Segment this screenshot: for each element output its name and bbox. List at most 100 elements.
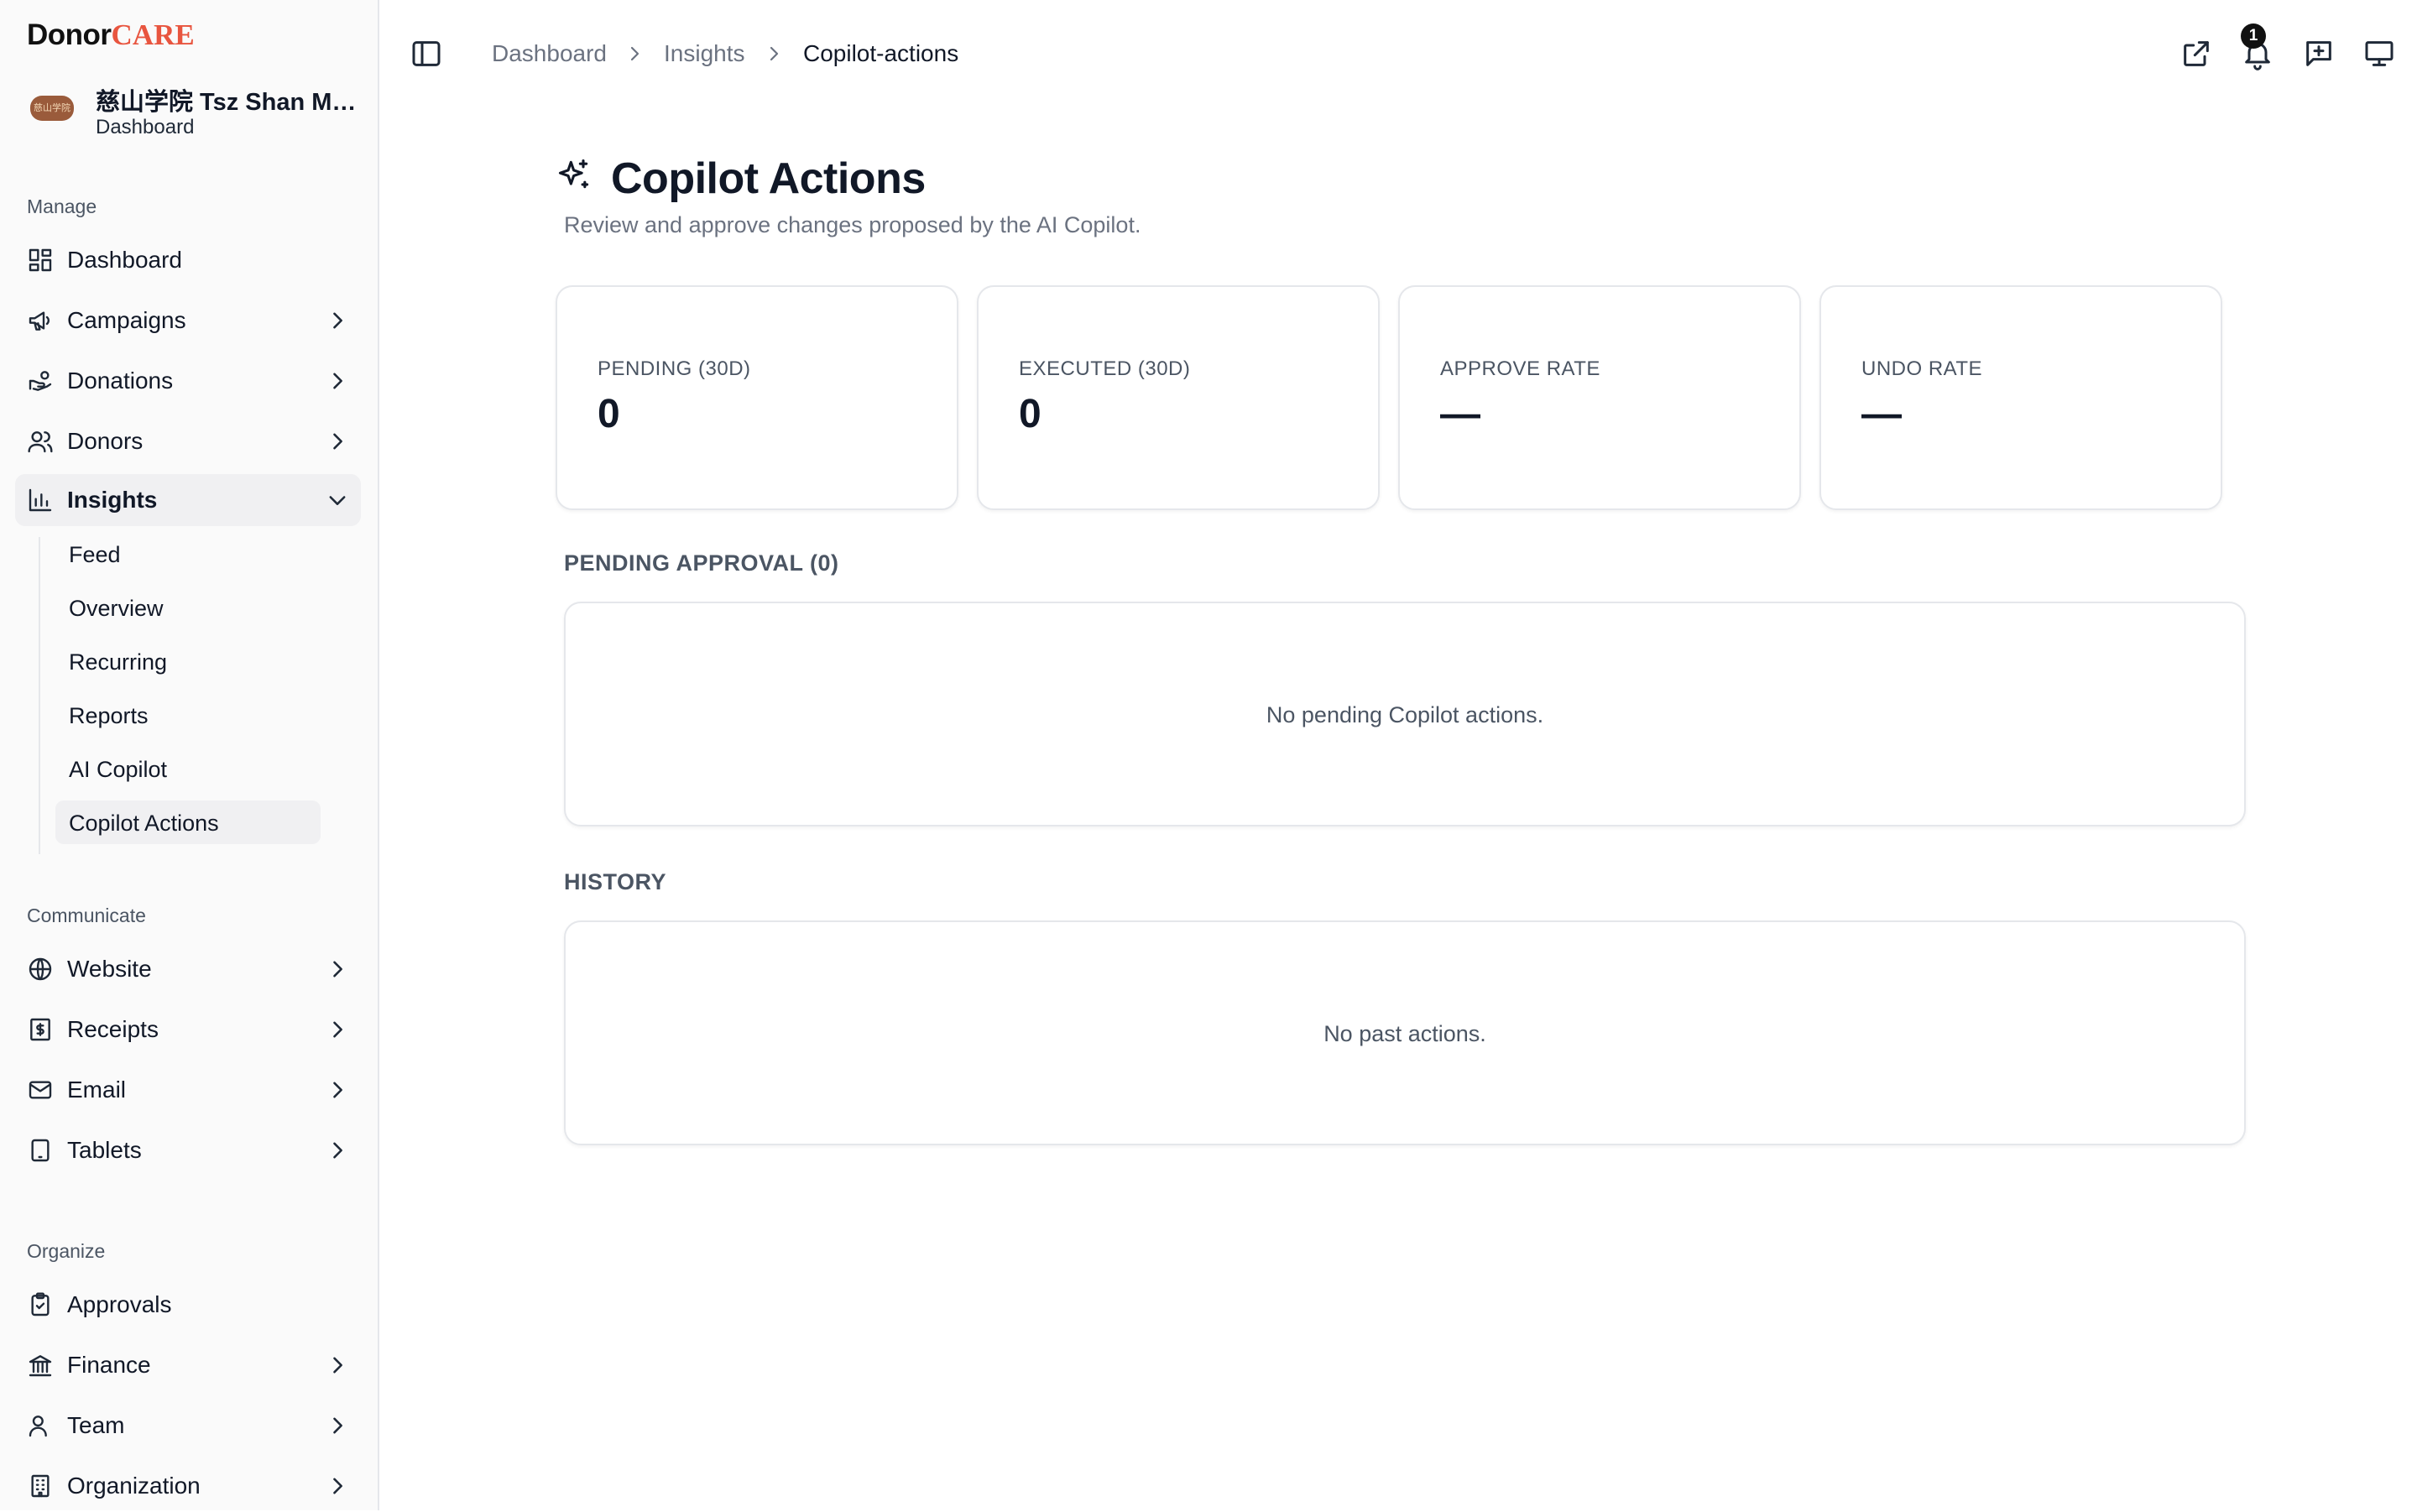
sidebar-item-label: Dashboard xyxy=(67,247,182,273)
hand-coins-icon xyxy=(29,371,52,391)
chevron-right-icon xyxy=(770,46,779,61)
chevron-right-icon xyxy=(333,373,342,389)
sidebar-subitem-copilot-actions[interactable]: Copilot Actions xyxy=(55,800,321,844)
sidebar-item-label: Finance xyxy=(67,1352,151,1378)
sidebar-subitem-label: Overview xyxy=(69,596,164,621)
pending-empty-message: No pending Copilot actions. xyxy=(1266,702,1544,727)
brand-logo[interactable]: DonorCARE xyxy=(27,18,195,52)
sidebar-subitem-label: Recurring xyxy=(69,649,168,675)
page-title: Copilot Actions xyxy=(611,154,926,203)
sidebar-subitem-reports[interactable]: Reports xyxy=(55,693,321,737)
mail-icon xyxy=(29,1081,52,1099)
sidebar-item-team[interactable]: Team xyxy=(15,1400,361,1452)
clipboard-check-icon xyxy=(31,1292,50,1316)
sidebar-subitem-ai-copilot[interactable]: AI Copilot xyxy=(55,747,321,790)
stat-label: EXECUTED (30D) xyxy=(1019,357,1191,380)
stat-label: APPROVE RATE xyxy=(1440,357,1600,380)
chevron-right-icon xyxy=(333,1478,342,1494)
chevron-right-icon xyxy=(333,433,342,450)
monitor-icon[interactable] xyxy=(2362,37,2396,70)
sidebar-item-finance[interactable]: Finance xyxy=(15,1339,361,1391)
globe-icon xyxy=(29,957,52,981)
sidebar-item-email[interactable]: Email xyxy=(15,1064,361,1116)
sidebar-item-website[interactable]: Website xyxy=(15,943,361,995)
stat-card-undo-rate: UNDO RATE — xyxy=(1819,285,2222,510)
section-label-manage: Manage xyxy=(27,196,97,217)
sidebar-item-label: Donations xyxy=(67,368,174,394)
bank-icon xyxy=(29,1355,52,1377)
stat-value: 0 xyxy=(1019,392,1041,436)
stat-card-approve-rate: APPROVE RATE — xyxy=(1398,285,1801,510)
chevron-right-icon xyxy=(333,1142,342,1159)
stat-card-pending: PENDING (30D) 0 xyxy=(556,285,958,510)
megaphone-icon xyxy=(29,311,50,331)
notification-badge: 1 xyxy=(2241,23,2266,49)
breadcrumb-dashboard[interactable]: Dashboard xyxy=(492,40,607,67)
sidebar-item-tablets[interactable]: Tablets xyxy=(15,1124,361,1176)
org-logo: 慈山学院 xyxy=(30,96,74,121)
history-empty-message: No past actions. xyxy=(1323,1021,1486,1046)
sidebar-item-label: Insights xyxy=(67,487,158,513)
chevron-right-icon xyxy=(630,46,639,61)
chevron-right-icon xyxy=(333,1021,342,1038)
building-icon xyxy=(31,1474,50,1498)
users-icon xyxy=(28,431,53,453)
sidebar-item-label: Organization xyxy=(67,1473,201,1499)
org-name: 慈山学院 Tsz Shan Mo... xyxy=(96,89,364,116)
breadcrumb-insights[interactable]: Insights xyxy=(664,40,745,67)
subnav-tree-line xyxy=(39,537,40,854)
org-subtitle: Dashboard xyxy=(96,116,195,138)
chevron-right-icon xyxy=(333,312,342,329)
sidebar-item-label: Donors xyxy=(67,428,144,454)
sidebar-item-label: Email xyxy=(67,1077,127,1103)
sidebar-item-donors[interactable]: Donors xyxy=(15,415,361,467)
sidebar-item-receipts[interactable]: Receipts xyxy=(15,1004,361,1056)
user-icon xyxy=(29,1416,47,1437)
sidebar-item-label: Tablets xyxy=(67,1137,142,1163)
sidebar-item-campaigns[interactable]: Campaigns xyxy=(15,295,361,347)
dashboard-icon xyxy=(29,248,52,272)
sidebar: DonorCARE 慈山学院 慈山学院 Tsz Shan Mo... Dashb… xyxy=(0,0,379,1510)
receipt-icon xyxy=(30,1018,50,1041)
stat-label: PENDING (30D) xyxy=(598,357,751,380)
sidebar-item-donations[interactable]: Donations xyxy=(15,355,361,407)
stat-label: UNDO RATE xyxy=(1861,357,1983,380)
chevron-right-icon xyxy=(333,961,342,978)
sidebar-item-label: Campaigns xyxy=(67,307,186,333)
sidebar-item-approvals[interactable]: Approvals xyxy=(15,1279,361,1331)
sidebar-subitem-label: Reports xyxy=(69,703,149,728)
pending-approval-panel: No pending Copilot actions. xyxy=(564,602,2246,826)
section-label-organize: Organize xyxy=(27,1240,106,1262)
chevron-right-icon xyxy=(333,1417,342,1434)
sidebar-item-insights[interactable]: Insights xyxy=(15,474,361,526)
sidebar-subitem-feed[interactable]: Feed xyxy=(55,532,321,576)
stat-value: 0 xyxy=(598,392,620,436)
sidebar-item-label: Approvals xyxy=(67,1291,172,1317)
breadcrumb-current: Copilot-actions xyxy=(803,40,959,66)
message-plus-icon[interactable] xyxy=(2302,37,2336,70)
sidebar-subitem-label: Copilot Actions xyxy=(69,811,219,836)
sparkles-icon xyxy=(558,159,589,189)
pending-approval-heading: PENDING APPROVAL (0) xyxy=(564,550,839,576)
external-link-icon[interactable] xyxy=(2179,37,2213,70)
sidebar-subitem-label: Feed xyxy=(69,542,121,567)
sidebar-subitem-overview[interactable]: Overview xyxy=(55,586,321,629)
sidebar-item-dashboard[interactable]: Dashboard xyxy=(15,234,361,286)
sidebar-item-organization[interactable]: Organization xyxy=(15,1460,361,1512)
tablet-icon xyxy=(31,1139,50,1162)
sidebar-subitem-recurring[interactable]: Recurring xyxy=(55,639,321,683)
sidebar-item-label: Website xyxy=(67,956,152,982)
chevron-right-icon xyxy=(333,1082,342,1098)
page-subtitle: Review and approve changes proposed by t… xyxy=(564,212,1141,237)
history-panel: No past actions. xyxy=(564,920,2246,1145)
stat-card-executed: EXECUTED (30D) 0 xyxy=(977,285,1380,510)
history-heading: HISTORY xyxy=(564,869,667,894)
sidebar-subitem-label: AI Copilot xyxy=(69,757,168,782)
stat-value: — xyxy=(1440,392,1480,436)
org-switcher[interactable]: 慈山学院 慈山学院 Tsz Shan Mo... Dashboard xyxy=(27,81,364,141)
sidebar-toggle-icon[interactable] xyxy=(410,37,443,70)
bar-chart-icon xyxy=(29,488,52,512)
stat-value: — xyxy=(1861,392,1902,436)
chevron-right-icon xyxy=(333,1357,342,1374)
sidebar-item-label: Receipts xyxy=(67,1016,159,1042)
